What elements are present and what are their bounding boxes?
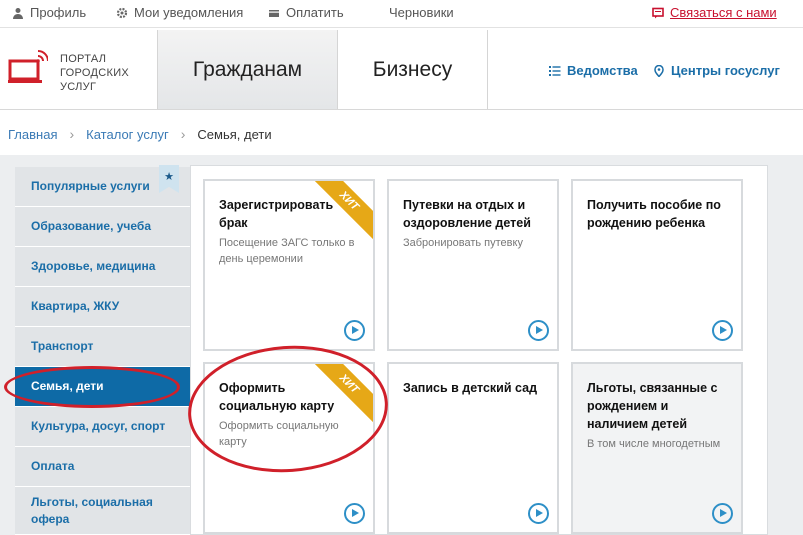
- sidebar-item-transport[interactable]: Транспорт: [15, 327, 190, 367]
- breadcrumb-current: Семья, дети: [197, 126, 272, 142]
- chevron-right-icon: ›: [69, 126, 75, 142]
- tab-citizens[interactable]: Гражданам: [157, 30, 338, 109]
- chevron-right-icon: ›: [180, 126, 186, 142]
- tab-business[interactable]: Бизнесу: [338, 30, 488, 109]
- service-card-child-benefits[interactable]: Льготы, связанные с рождением и наличием…: [571, 362, 743, 534]
- laptop-signal-icon: [8, 50, 48, 83]
- play-icon[interactable]: [712, 320, 733, 341]
- sidebar-item-health[interactable]: Здоровье, медицина: [15, 247, 190, 287]
- card-description: Посещение ЗАГС только в день церемонии: [219, 237, 355, 265]
- user-icon: [13, 7, 23, 19]
- portal-logo[interactable]: ПОРТАЛ ГОРОДСКИХ УСЛУГ: [8, 50, 150, 94]
- pay-label: Оплатить: [286, 5, 344, 20]
- play-icon[interactable]: [344, 320, 365, 341]
- pay-link[interactable]: Оплатить: [268, 5, 344, 20]
- list-icon: [549, 65, 561, 76]
- sidebar-item-housing[interactable]: Квартира, ЖКУ: [15, 287, 190, 327]
- sidebar-item-payment[interactable]: Оплата: [15, 447, 190, 487]
- card-description: Оформить социальную карту: [219, 420, 339, 448]
- play-icon[interactable]: [528, 503, 549, 524]
- departments-link[interactable]: Ведомства: [549, 63, 638, 78]
- breadcrumb-catalog[interactable]: Каталог услуг: [86, 127, 169, 142]
- departments-label: Ведомства: [567, 63, 638, 78]
- card-title: Запись в детский сад: [403, 381, 538, 395]
- play-icon[interactable]: [712, 503, 733, 524]
- sidebar-item-benefits[interactable]: Льготы, социальная офера: [15, 487, 190, 535]
- play-icon[interactable]: [528, 320, 549, 341]
- profile-label: Профиль: [30, 5, 87, 20]
- service-card-marriage[interactable]: ХИТ Зарегистрировать брак Посещение ЗАГС…: [203, 179, 375, 351]
- card-title: Льготы, связанные с рождением и наличием…: [587, 381, 718, 431]
- card-title: Получить пособие по рождению ребенка: [587, 198, 721, 230]
- play-icon[interactable]: [344, 503, 365, 524]
- gear-icon: [116, 7, 128, 18]
- sidebar-item-family[interactable]: Семья, дети: [15, 367, 190, 407]
- service-card-social-card[interactable]: ХИТ Оформить социальную карту Оформить с…: [203, 362, 375, 534]
- location-pin-icon: [654, 64, 664, 77]
- logo-text: ПОРТАЛ ГОРОДСКИХ УСЛУГ: [60, 53, 130, 93]
- sidebar-item-education[interactable]: Образование, учеба: [15, 207, 190, 247]
- top-utility-bar: Профиль Мои уведомления Оплатить Чернови…: [0, 0, 803, 28]
- site-header: ПОРТАЛ ГОРОДСКИХ УСЛУГ Гражданам Бизнесу…: [0, 30, 803, 110]
- card-description: В том числе многодетным: [587, 438, 721, 450]
- service-centers-link[interactable]: Центры госуслуг: [653, 63, 780, 78]
- service-card-birth-allowance[interactable]: Получить пособие по рождению ребенка: [571, 179, 743, 351]
- sidebar-item-culture[interactable]: Культура, досуг, спорт: [15, 407, 190, 447]
- profile-link[interactable]: Профиль: [12, 5, 86, 20]
- breadcrumb: Главная › Каталог услуг › Семья, дети: [8, 126, 272, 142]
- card-description: Забронировать путевку: [403, 237, 523, 249]
- category-sidebar: Популярные услуги Образование, учеба Здо…: [15, 167, 190, 535]
- notifications-link[interactable]: Мои уведомления: [116, 5, 243, 20]
- service-card-kindergarten[interactable]: Запись в детский сад: [387, 362, 559, 534]
- breadcrumb-home[interactable]: Главная: [8, 127, 57, 142]
- drafts-label: Черновики: [389, 5, 454, 20]
- wallet-icon: [269, 9, 279, 17]
- chat-icon: [652, 7, 664, 18]
- contact-link[interactable]: Связаться с нами: [652, 5, 777, 20]
- notifications-label: Мои уведомления: [134, 5, 244, 20]
- service-centers-label: Центры госуслуг: [671, 63, 780, 78]
- contact-label: Связаться с нами: [670, 5, 777, 20]
- service-card-vouchers[interactable]: Путевки на отдых и оздоровление детей За…: [387, 179, 559, 351]
- card-title: Путевки на отдых и оздоровление детей: [403, 198, 531, 230]
- drafts-link[interactable]: Черновики: [389, 5, 454, 20]
